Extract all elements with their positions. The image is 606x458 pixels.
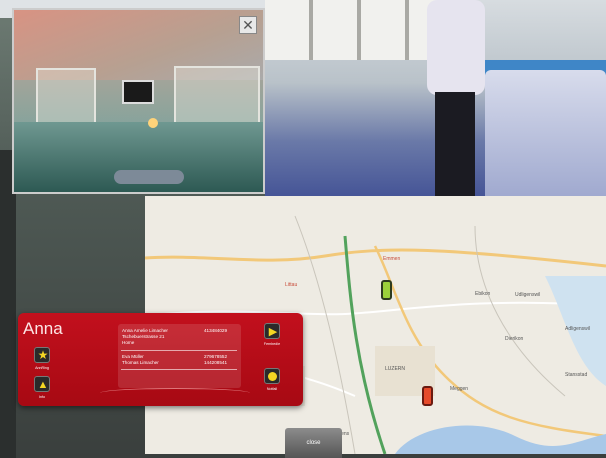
map-label-meggen: Meggen xyxy=(450,386,469,392)
fernbedie-button[interactable]: ▶ xyxy=(264,323,280,339)
annring-caption: AnnRing xyxy=(35,366,49,370)
map-label-udligenswil: Udligenswil xyxy=(515,292,541,298)
map-marker-red[interactable] xyxy=(422,386,433,406)
contact-info-box: Anna Amelie Limacher Tschebuerstrasse 21… xyxy=(118,324,241,388)
map-label-luzern: LUZERN xyxy=(385,366,406,372)
card-swoosh xyxy=(100,388,250,398)
info-caption: Info xyxy=(39,395,45,399)
map-label-emmen: Emmen xyxy=(383,256,401,262)
video-shelves xyxy=(265,0,445,60)
left-strip xyxy=(0,150,16,458)
annring-button[interactable]: ★ xyxy=(34,347,50,363)
chevron-up-icon: ▲ xyxy=(37,379,49,391)
contact-name: Anna xyxy=(23,319,63,338)
info-divider-2 xyxy=(121,369,237,370)
map-label-ebikon: Ebikon xyxy=(475,291,491,297)
video-person-torso xyxy=(427,0,485,95)
contact-2-name: Thomas Limacher xyxy=(122,360,159,365)
contact-1-name: Eva Müller xyxy=(122,354,144,359)
camera-tv xyxy=(122,80,154,104)
chevron-right-icon: ▶ xyxy=(268,326,278,338)
primary-line3: Home xyxy=(122,340,135,345)
camera-feed-panel: ✕ xyxy=(12,8,265,194)
dot-icon xyxy=(268,372,277,381)
info-divider xyxy=(121,350,237,351)
camera-marker xyxy=(148,118,158,128)
info-button[interactable]: ▲ xyxy=(34,376,50,392)
fernbedie-caption: Fernbedie xyxy=(263,342,281,346)
map-label-stansstad: Stansstad xyxy=(565,372,588,378)
primary-line1: Anna Amelie Limacher xyxy=(122,328,168,333)
map-marker-green[interactable] xyxy=(381,280,392,300)
close-button[interactable]: close xyxy=(285,428,342,458)
notfall-caption: Notfall xyxy=(266,387,278,391)
notfall-button[interactable] xyxy=(264,368,280,384)
contact-1-phone[interactable]: 279678552 xyxy=(204,354,227,360)
contact-2-phone[interactable]: 144208541 xyxy=(204,360,227,366)
map-label-dierikon: Dierikon xyxy=(505,336,524,342)
camera-fallen-person xyxy=(114,170,184,184)
video-table xyxy=(485,70,606,210)
primary-phone[interactable]: 413484029 xyxy=(204,328,227,334)
star-icon: ★ xyxy=(37,348,49,362)
map-label-adligenswil: Adligenswil xyxy=(565,326,591,332)
close-icon[interactable]: ✕ xyxy=(239,16,257,34)
map-label-littau: Littau xyxy=(285,282,298,288)
primary-line2: Tschebuerstrasse 21 xyxy=(122,334,165,339)
